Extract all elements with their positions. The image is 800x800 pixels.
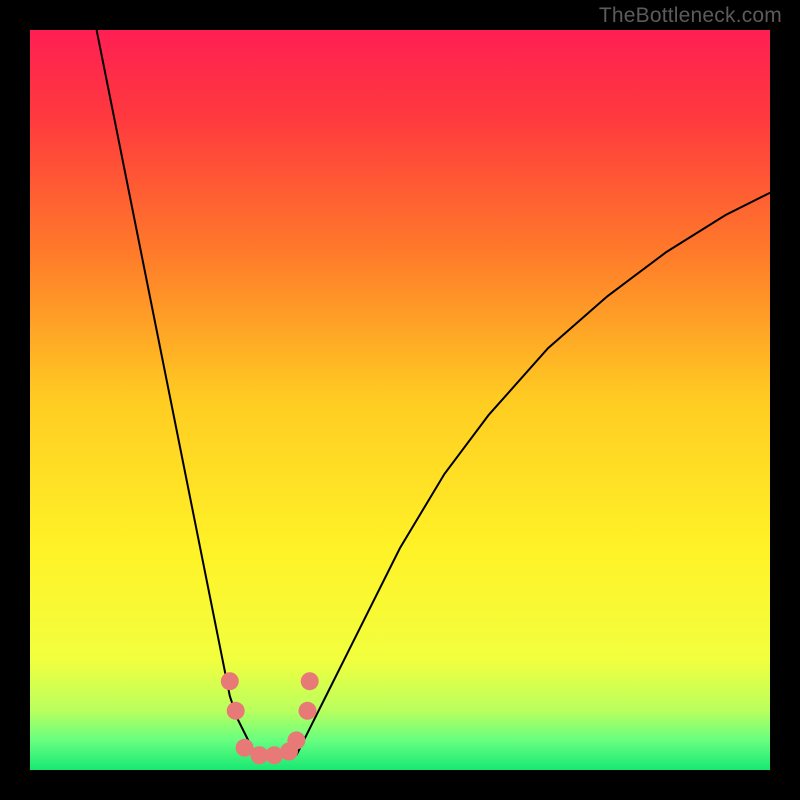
chart-svg bbox=[30, 30, 770, 770]
watermark-text: TheBottleneck.com bbox=[599, 4, 782, 28]
plot-area bbox=[30, 30, 770, 770]
marker-dot bbox=[227, 702, 245, 720]
marker-dot bbox=[299, 702, 317, 720]
chart-frame: TheBottleneck.com bbox=[0, 0, 800, 800]
gradient-background bbox=[30, 30, 770, 770]
marker-dot bbox=[301, 672, 319, 690]
marker-dot bbox=[287, 731, 305, 749]
marker-dot bbox=[221, 672, 239, 690]
